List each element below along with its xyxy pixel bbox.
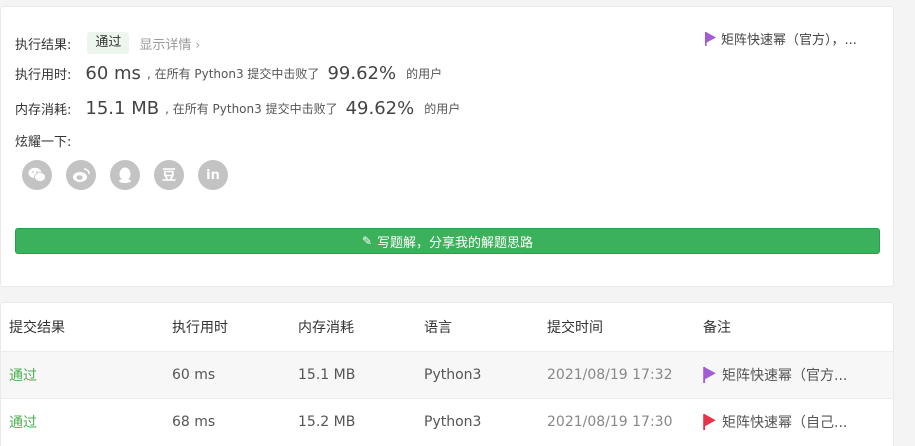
linkedin-icon[interactable]: in [198, 160, 228, 190]
row-note[interactable]: 矩阵快速幂（官方... [703, 352, 847, 398]
write-solution-button[interactable]: ✎ 写题解，分享我的解题思路 [15, 228, 880, 254]
memory-value: 15.1 MB [85, 98, 160, 119]
memory-percent: 49.62% [345, 98, 415, 119]
header-language: 语言 [424, 320, 452, 336]
row-language: Python3 [424, 367, 482, 383]
runtime-prefix: , 在所有 Python3 提交中击败了 [146, 67, 320, 81]
header-result: 提交结果 [9, 320, 65, 336]
show-details-link[interactable]: 显示详情 › [139, 34, 200, 53]
flag-icon [703, 367, 716, 383]
result-note[interactable]: 矩阵快速幂（官方），... [705, 29, 857, 48]
row-note[interactable]: 矩阵快速幂（自己... [703, 399, 847, 445]
result-label: 执行结果: [15, 37, 72, 53]
table-header: 提交结果 执行用时 内存消耗 语言 提交时间 备注 [1, 303, 893, 351]
row-time: 2021/08/19 17:32 [547, 367, 673, 383]
row-time: 2021/08/19 17:30 [547, 414, 673, 430]
submissions-table: 提交结果 执行用时 内存消耗 语言 提交时间 备注 通过 60 ms 15.1 … [0, 302, 894, 446]
share-row: 炫耀一下: [15, 131, 71, 150]
runtime-row: 执行用时: 60 ms , 在所有 Python3 提交中击败了 99.62% … [15, 63, 442, 84]
douban-icon[interactable]: 豆 [154, 160, 184, 190]
row-memory: 15.2 MB [298, 414, 356, 430]
share-label: 炫耀一下: [15, 135, 72, 150]
memory-suffix: 的用户 [424, 102, 461, 116]
runtime-label: 执行用时: [15, 68, 72, 83]
header-note: 备注 [703, 320, 731, 336]
submission-result-card: 执行结果: 通过 显示详情 › 矩阵快速幂（官方），... 执行用时: 60 ms… [0, 6, 894, 287]
row-memory: 15.1 MB [298, 367, 356, 383]
header-time: 提交时间 [547, 320, 603, 336]
chevron-right-icon: › [195, 37, 201, 52]
memory-prefix: , 在所有 Python3 提交中击败了 [165, 102, 338, 116]
runtime-percent: 99.62% [327, 63, 397, 84]
memory-row: 内存消耗: 15.1 MB , 在所有 Python3 提交中击败了 49.62… [15, 98, 460, 119]
row-runtime: 68 ms [172, 414, 216, 430]
qq-icon[interactable] [110, 160, 140, 190]
flag-icon [705, 31, 716, 46]
pencil-icon: ✎ [361, 234, 373, 248]
result-row: 执行结果: 通过 显示详情 › [15, 32, 200, 54]
table-row[interactable]: 通过 68 ms 15.2 MB Python3 2021/08/19 17:3… [1, 398, 893, 445]
runtime-value: 60 ms [85, 63, 141, 84]
row-language: Python3 [424, 414, 482, 430]
row-result-link[interactable]: 通过 [9, 352, 37, 398]
wechat-icon[interactable] [22, 160, 52, 190]
table-row[interactable]: 通过 60 ms 15.1 MB Python3 2021/08/19 17:3… [1, 351, 893, 398]
memory-label: 内存消耗: [15, 103, 72, 118]
share-icons: 豆 in [22, 160, 228, 190]
row-runtime: 60 ms [172, 367, 216, 383]
header-memory: 内存消耗 [298, 320, 354, 336]
runtime-suffix: 的用户 [406, 67, 443, 81]
flag-icon [703, 414, 716, 430]
row-result-link[interactable]: 通过 [9, 399, 37, 445]
weibo-icon[interactable] [66, 160, 96, 190]
header-runtime: 执行用时 [172, 320, 228, 336]
status-badge: 通过 [87, 32, 130, 54]
